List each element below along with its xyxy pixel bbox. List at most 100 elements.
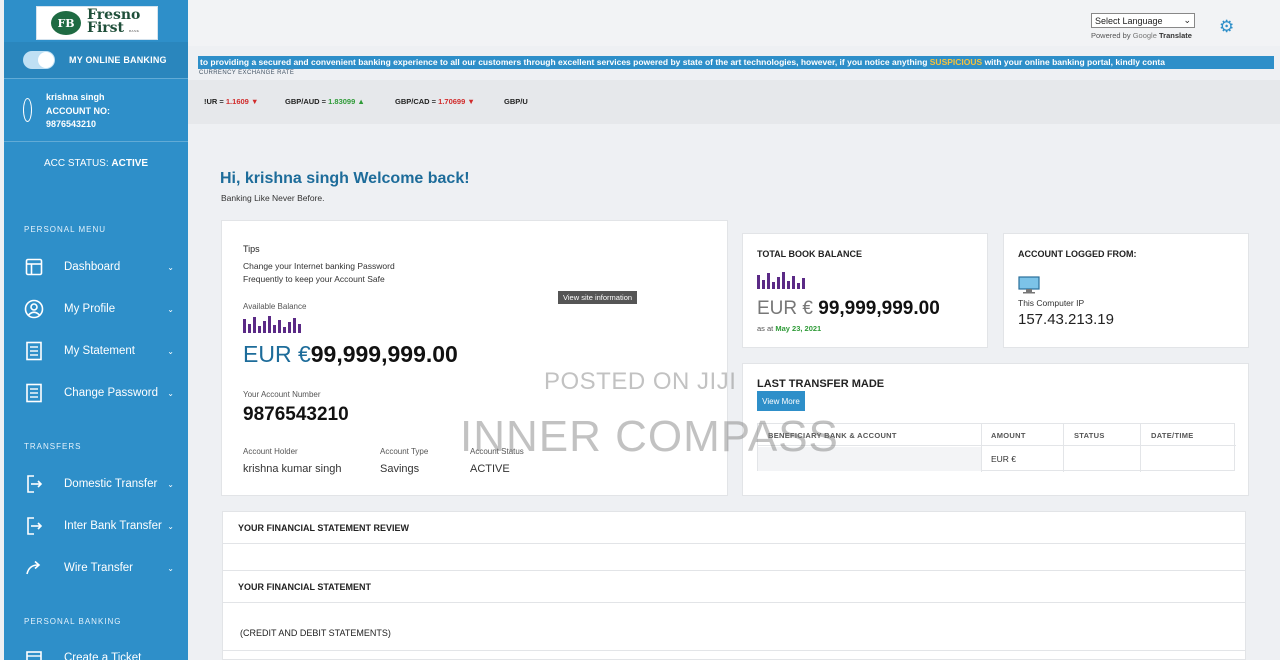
table-cell: EUR € (991, 454, 1017, 464)
rate-item: GBP/AUD = 1.83099 ▲ (285, 97, 365, 106)
chevron-down-icon: ⌄ (167, 563, 174, 573)
watermark-text: INNER COMPASS (460, 412, 839, 461)
chevron-down-icon: ⌄ (167, 304, 174, 314)
type-label: Account Type (380, 447, 429, 456)
sidebar-item-label: Dashboard (64, 261, 121, 273)
arrow-down-icon: ▼ (467, 97, 475, 106)
document-icon (23, 382, 45, 404)
tips-label: Tips (243, 244, 260, 254)
statement-subtitle: (CREDIT AND DEBIT STATEMENTS) (240, 628, 391, 638)
rate-value: 1.83099 (328, 97, 356, 106)
sidebar-item-create-ticket[interactable]: Create a Ticket (4, 643, 188, 660)
ticker-highlight: SUSPICIOUS (929, 57, 983, 67)
type-value: Savings (380, 463, 420, 475)
chevron-down-icon: ⌄ (167, 262, 174, 272)
transfers-label: TRANSFERS (24, 442, 82, 451)
available-balance-label: Available Balance (243, 302, 307, 311)
announcement-ticker: to providing a secured and convenient ba… (198, 56, 1274, 69)
book-balance-date: May 23, 2021 (775, 324, 822, 333)
ip-label: This Computer IP (1018, 298, 1085, 308)
balance-bars-icon (243, 316, 301, 333)
page-subtitle: Banking Like Never Before. (221, 193, 325, 203)
last-transfer-title: LAST TRANSFER MADE (757, 378, 885, 390)
sidebar-item-label: Change Password (64, 387, 158, 399)
logo-line2-text: First (87, 19, 124, 36)
account-status-label: ACC STATUS: (44, 158, 109, 169)
sidebar-item-my-statement[interactable]: My Statement ⌄ (4, 336, 188, 366)
book-balance-amount: 99,999,999.00 (818, 298, 940, 319)
powered-by-google[interactable]: Powered by Google Translate (1091, 31, 1192, 40)
user-circle-icon (23, 298, 45, 320)
logged-from-title: ACCOUNT LOGGED FROM: (1018, 249, 1137, 259)
chevron-down-icon: ⌄ (167, 521, 174, 531)
share-arrow-icon (23, 557, 45, 579)
gear-icon[interactable]: ⚙ (1219, 17, 1234, 37)
sidebar-item-inter-bank-transfer[interactable]: Inter Bank Transfer ⌄ (4, 511, 188, 541)
tip-line: Frequently to keep your Account Safe (243, 274, 385, 284)
sidebar-item-domestic-transfer[interactable]: Domestic Transfer ⌄ (4, 469, 188, 499)
view-more-button[interactable]: View More (757, 391, 805, 411)
sidebar-item-label: Domestic Transfer (64, 478, 158, 490)
chevron-down-icon: ⌄ (167, 479, 174, 489)
arrow-down-icon: ▼ (250, 97, 259, 106)
statement-table-top (223, 650, 1245, 660)
exchange-rates-bar: !UR = 1.1609 ▼ GBP/AUD = 1.83099 ▲ GBP/C… (188, 80, 1280, 124)
chevron-down-icon: ⌄ (167, 346, 174, 356)
account-number: 9876543210 (46, 119, 97, 129)
sidebar-item-label: My Profile (64, 303, 116, 315)
logo-mark: FB (51, 11, 81, 35)
balance-currency: EUR € (243, 341, 311, 367)
account-number-value: 9876543210 (243, 404, 349, 425)
sidebar-item-label: Inter Bank Transfer (64, 520, 162, 532)
account-number-label: Your Account Number (243, 390, 321, 399)
rate-value: 1.70699 (438, 97, 466, 106)
online-banking-toggle[interactable] (23, 51, 55, 69)
status-value: ACTIVE (470, 463, 510, 475)
rate-item: !UR = 1.1609 ▼ (204, 97, 258, 106)
computer-icon (1018, 276, 1040, 299)
powered-by-text: Powered by (1091, 31, 1131, 40)
column-header: STATUS (1074, 431, 1105, 440)
online-banking-toggle-row: MY ONLINE BANKING (4, 42, 188, 78)
book-balance-currency: EUR € (757, 298, 813, 319)
language-select[interactable]: Select Language ⌄ (1091, 13, 1195, 28)
tips-text: Change your Internet banking Password Fr… (243, 260, 395, 286)
logo-line2: First BANK (87, 19, 140, 38)
holder-value: krishna kumar singh (243, 463, 342, 475)
site-info-tooltip: View site information (558, 291, 638, 304)
language-select-value: Select Language (1095, 15, 1163, 26)
user-info: krishna singh ACCOUNT NO: 9876543210 (46, 91, 110, 132)
transfer-icon (23, 473, 45, 495)
watermark-text: POSTED ON JIJI (544, 368, 737, 395)
rate-pair: GBP/AUD = (285, 97, 327, 106)
sidebar-item-label: My Statement (64, 345, 135, 357)
book-balance: EUR € 99,999,999.00 (757, 298, 940, 320)
book-balance-bars-icon (757, 272, 805, 289)
personal-banking-label: PERSONAL BANKING (24, 617, 122, 626)
sidebar-item-dashboard[interactable]: Dashboard ⌄ (4, 252, 188, 282)
logo-text: Fresno First BANK (87, 8, 140, 38)
sidebar-item-my-profile[interactable]: My Profile ⌄ (4, 294, 188, 324)
chevron-down-icon: ⌄ (167, 388, 174, 398)
account-status-value: ACTIVE (111, 158, 149, 169)
user-name: krishna singh (46, 92, 105, 102)
brand-logo[interactable]: FB Fresno First BANK (36, 6, 158, 40)
user-avatar-icon (23, 98, 32, 122)
transfer-icon (23, 515, 45, 537)
user-block: krishna singh ACCOUNT NO: 9876543210 (4, 78, 188, 142)
ticker-text-end: with your online banking portal, kindly … (982, 57, 1165, 67)
ticker-text: to providing a secured and convenient ba… (200, 57, 930, 67)
google-text: Google (1132, 31, 1157, 40)
online-banking-label: MY ONLINE BANKING (69, 55, 167, 65)
top-bar: Select Language ⌄ Powered by Google Tran… (188, 0, 1280, 46)
logged-from-card: ACCOUNT LOGGED FROM: This Computer IP 15… (1003, 233, 1249, 348)
holder-label: Account Holder (243, 447, 298, 456)
sidebar: FB Fresno First BANK MY ONLINE BANKING k… (4, 0, 188, 660)
rate-item: GBP/U (504, 97, 528, 106)
financial-statement-body: (CREDIT AND DEBIT STATEMENTS) (222, 603, 1246, 660)
sidebar-item-wire-transfer[interactable]: Wire Transfer ⌄ (4, 553, 188, 583)
sidebar-item-change-password[interactable]: Change Password ⌄ (4, 378, 188, 408)
rate-pair: GBP/CAD = (395, 97, 437, 106)
translate-text: Translate (1158, 31, 1192, 40)
book-balance-title: TOTAL BOOK BALANCE (757, 249, 862, 259)
